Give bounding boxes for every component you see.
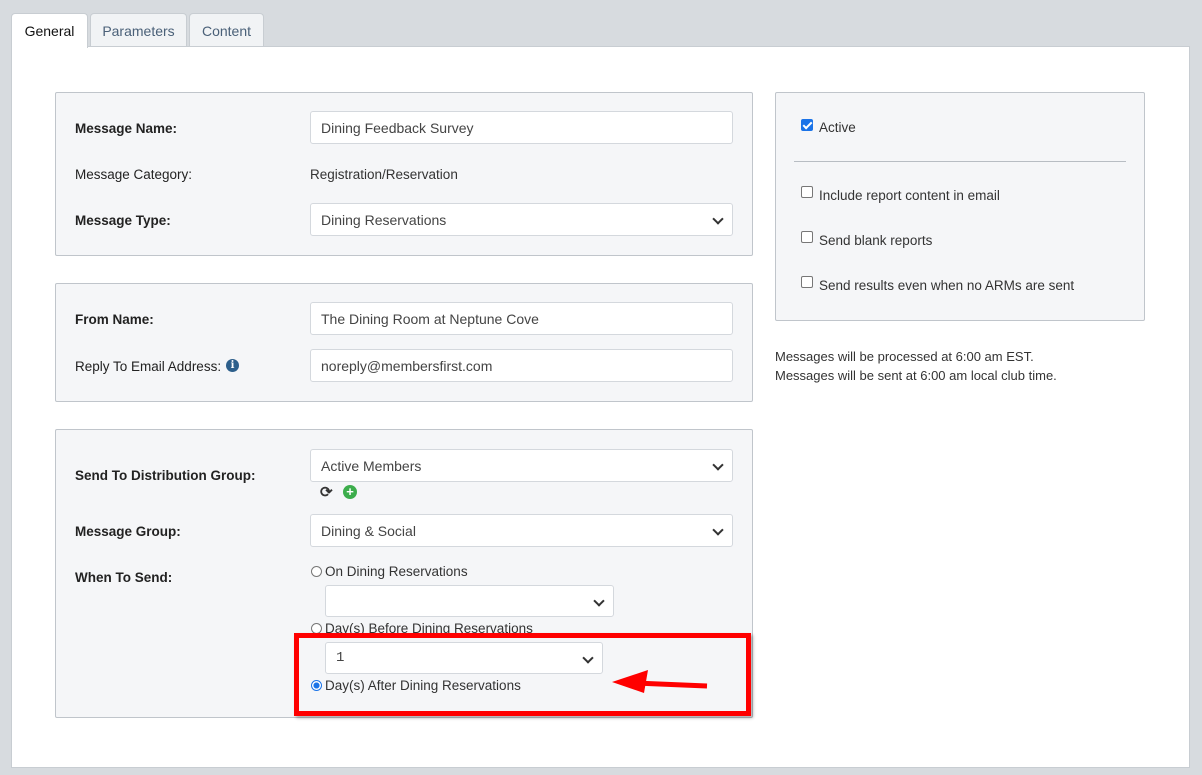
send-results-label: Send results even when no ARMs are sent — [819, 278, 1075, 293]
blank-reports-checkbox[interactable] — [801, 231, 813, 243]
send-results-checkbox[interactable] — [801, 276, 813, 288]
sending-note: Messages will be sent at 6:00 am local c… — [775, 368, 1057, 383]
message-type-label: Message Type: — [75, 213, 171, 228]
when-to-send-label: When To Send: — [75, 570, 173, 585]
message-type-value: Dining Reservations — [321, 211, 447, 228]
active-label: Active — [819, 120, 856, 135]
arrow-annotation — [612, 670, 708, 693]
divider — [794, 161, 1126, 162]
refresh-icon[interactable]: ⟳ — [320, 483, 333, 501]
distribution-group-select[interactable]: Active Members — [310, 449, 733, 482]
active-checkbox[interactable] — [801, 119, 813, 131]
from-name-input[interactable]: The Dining Room at Neptune Cove — [310, 302, 733, 335]
sender-section — [55, 283, 753, 402]
on-reservations-select[interactable] — [325, 585, 614, 617]
blank-reports-label: Send blank reports — [819, 233, 933, 248]
message-name-label: Message Name: — [75, 121, 178, 136]
processing-note: Messages will be processed at 6:00 am ES… — [775, 349, 1034, 364]
distribution-group-label: Send To Distribution Group: — [75, 468, 256, 483]
tab-content[interactable]: Content — [189, 13, 264, 47]
message-type-select[interactable]: Dining Reservations — [310, 203, 733, 236]
info-icon[interactable]: i — [226, 359, 239, 372]
on-reservations-radio[interactable] — [311, 566, 322, 577]
include-content-label: Include report content in email — [819, 188, 1000, 203]
reply-to-input[interactable]: noreply@membersfirst.com — [310, 349, 733, 382]
add-icon[interactable]: + — [343, 485, 357, 499]
from-name-label: From Name: — [75, 312, 154, 327]
message-category-value: Registration/Reservation — [310, 167, 458, 182]
message-name-input[interactable]: Dining Feedback Survey — [310, 111, 733, 144]
reply-to-label: Reply To Email Address: — [75, 359, 222, 374]
distribution-group-value: Active Members — [321, 457, 422, 474]
message-group-select[interactable]: Dining & Social — [310, 514, 733, 547]
on-reservations-label: On Dining Reservations — [325, 564, 468, 579]
message-group-label: Message Group: — [75, 524, 181, 539]
include-content-checkbox[interactable] — [801, 186, 813, 198]
tab-general[interactable]: General — [11, 13, 88, 48]
message-group-value: Dining & Social — [321, 522, 416, 539]
tab-parameters[interactable]: Parameters — [90, 13, 187, 47]
message-category-label: Message Category: — [75, 167, 193, 182]
